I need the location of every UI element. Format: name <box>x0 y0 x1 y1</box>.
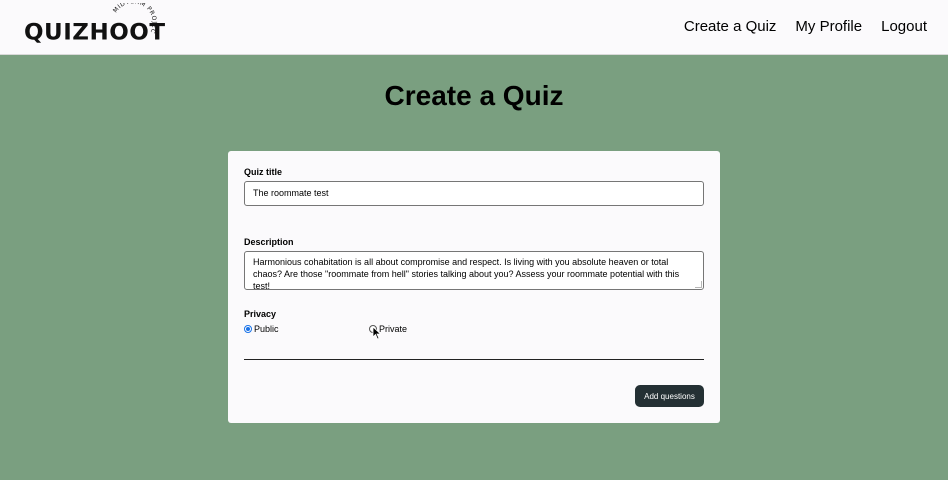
form-divider <box>244 359 704 360</box>
nav-link-logout[interactable]: Logout <box>881 18 927 35</box>
privacy-label: Privacy <box>244 309 277 319</box>
public-radio[interactable] <box>244 325 252 333</box>
description-textarea[interactable]: Harmonious cohabitation is all about com… <box>244 251 704 290</box>
public-radio-label: Public <box>254 324 279 334</box>
svg-text:MIDTERM PROJECT: MIDTERM PROJECT <box>110 3 158 35</box>
quiz-title-label: Quiz title <box>244 167 282 177</box>
navbar: QUIZHOOT MIDTERM PROJECT Create a Quiz M… <box>0 0 948 55</box>
nav-link-create-quiz[interactable]: Create a Quiz <box>684 18 777 35</box>
description-label: Description <box>244 237 294 247</box>
resize-handle-icon[interactable] <box>695 281 702 288</box>
nav-link-my-profile[interactable]: My Profile <box>795 18 862 35</box>
mouse-cursor-icon <box>372 326 382 340</box>
logo-ring-badge: MIDTERM PROJECT <box>110 3 158 35</box>
nav-links: Create a Quiz My Profile Logout <box>684 18 927 35</box>
private-radio-label: Private <box>379 324 408 334</box>
quiz-title-input[interactable]: The roommate test <box>244 181 704 206</box>
description-text: Harmonious cohabitation is all about com… <box>253 257 680 290</box>
privacy-option-public[interactable]: Public <box>244 324 279 334</box>
logo-ring-text: MIDTERM PROJECT <box>110 3 157 35</box>
add-questions-button[interactable]: Add questions <box>635 385 704 407</box>
create-quiz-form: Quiz title The roommate test Description… <box>228 151 720 423</box>
page-title: Create a Quiz <box>384 80 564 111</box>
